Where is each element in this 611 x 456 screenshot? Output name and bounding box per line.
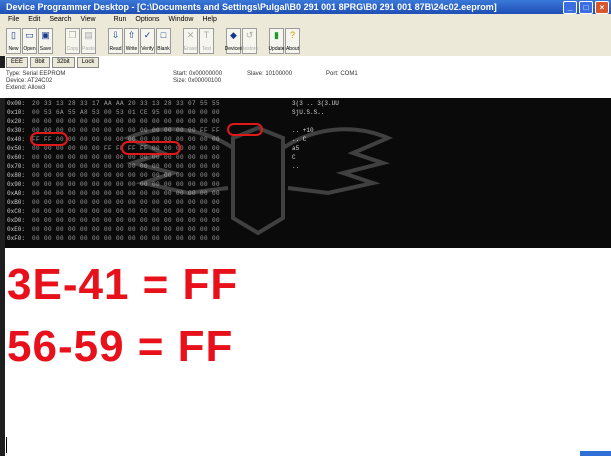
save-icon: ▣ xyxy=(41,29,50,40)
memory-size: Size: 0x00000100 xyxy=(173,78,222,84)
blank-icon: □ xyxy=(160,29,167,40)
toolbar-label: Devices xyxy=(224,45,243,52)
toolbar-label: Restore xyxy=(240,45,259,52)
hex-bytes: 20 33 13 28 33 17 AA AA 20 33 13 28 33 0… xyxy=(32,100,221,107)
slave-address: Slave: 10100000 xyxy=(247,71,293,77)
toolbar-label: Read xyxy=(109,45,122,52)
toolbar-label: Test xyxy=(201,45,212,52)
title-bar[interactable]: Device Programmer Desktop - [C:\Document… xyxy=(0,0,611,14)
open-button[interactable]: ▭ Open xyxy=(22,27,37,54)
write-button[interactable]: ⇧ Write xyxy=(124,27,139,54)
devices-icon: ◆ xyxy=(230,29,237,40)
hex-addr: 0xF0: xyxy=(7,235,26,242)
menu-item-search[interactable]: Search xyxy=(49,14,71,25)
minimize-button[interactable]: _ xyxy=(563,1,577,14)
highlight-oval-3e-3f xyxy=(227,123,263,136)
toolbar-label: Blank xyxy=(157,45,170,52)
write-icon: ⇧ xyxy=(127,29,136,40)
verify-button[interactable]: ✓ Verify xyxy=(140,27,155,54)
highlight-oval-40-41 xyxy=(30,132,68,146)
hex-addr: 0x80: xyxy=(7,172,26,179)
tab-eee[interactable]: EEE xyxy=(6,57,29,68)
update-icon: ▮ xyxy=(274,29,279,40)
toolbar: ▯ New ▭ Open ▣ Save ❐ Copy ▤ Paste ⇩ Read ⇧ Write ✓ Ver… xyxy=(0,25,611,56)
taskbar-fragment xyxy=(580,451,611,456)
menu-item-file[interactable]: File xyxy=(8,14,19,25)
hex-addr: 0x90: xyxy=(7,181,26,188)
toolbar-label: About xyxy=(285,45,300,52)
erase-button[interactable]: ✕ Erase xyxy=(183,27,198,54)
hex-addr: 0x60: xyxy=(7,154,26,161)
read-icon: ⇩ xyxy=(111,29,120,40)
hex-addr: 0x10: xyxy=(7,109,26,116)
new-file-icon: ▯ xyxy=(11,29,16,40)
text-cursor xyxy=(6,437,7,453)
hex-ascii: 3(3 .. 3(3.UU xyxy=(292,100,339,107)
device-name: Device: AT24C02 xyxy=(6,78,53,84)
copy-button[interactable]: ❐ Copy xyxy=(65,27,80,54)
toolbar-label: Open xyxy=(23,45,36,52)
menu-bar: File Edit Search View Run Options Window Help xyxy=(0,14,611,25)
blank-button[interactable]: □ Blank xyxy=(156,27,171,54)
test-button[interactable]: T Test xyxy=(199,27,214,54)
hex-addr: 0xB0: xyxy=(7,199,26,206)
hex-addr: 0xC0: xyxy=(7,208,26,215)
devices-button[interactable]: ◆ Devices xyxy=(224,27,243,54)
hex-addr: 0xA0: xyxy=(7,190,26,197)
menu-item-run[interactable]: Run xyxy=(114,14,127,25)
toolbar-label: Erase xyxy=(183,45,198,52)
annotation-range-2: 56-59 = FF xyxy=(7,322,234,371)
hex-addr: 0x50: xyxy=(7,145,26,152)
toolbar-label: Write xyxy=(125,45,138,52)
toolbar-label: Paste xyxy=(82,45,95,52)
annotation-range-1: 3E-41 = FF xyxy=(7,260,239,309)
menu-item-view[interactable]: View xyxy=(81,14,96,25)
hex-addr: 0x00: xyxy=(7,100,26,107)
toolbar-label: Save xyxy=(39,45,52,52)
menu-item-window[interactable]: Window xyxy=(169,14,194,25)
hex-addr: 0x20: xyxy=(7,118,26,125)
view-tabs: EEE 8bit 32bit Lock xyxy=(6,57,100,68)
close-button[interactable]: × xyxy=(595,1,609,14)
toolbar-label: Copy xyxy=(66,45,79,52)
maximize-button[interactable]: □ xyxy=(579,1,593,14)
window-title: Device Programmer Desktop - [C:\Document… xyxy=(6,2,497,12)
highlight-oval-56-59 xyxy=(121,141,181,155)
toolbar-label: Update xyxy=(268,45,285,52)
port: Port: COM1 xyxy=(326,71,358,77)
hex-addr: 0x40: xyxy=(7,136,26,143)
device-extend: Extend: Allow3 xyxy=(6,85,46,91)
tab-lock[interactable]: Lock xyxy=(76,57,100,68)
hex-addr: 0xD0: xyxy=(7,217,26,224)
start-address: Start: 0x00000000 xyxy=(173,71,223,77)
hex-addr: 0x30: xyxy=(7,127,26,134)
toolbar-label: Verify xyxy=(141,45,154,52)
new-button[interactable]: ▯ New xyxy=(6,27,21,54)
device-type: Type: Serial EEPROM xyxy=(6,71,66,77)
open-folder-icon: ▭ xyxy=(25,29,34,40)
test-icon: T xyxy=(203,29,210,40)
hex-editor[interactable]: 0xF0: 00 00 00 00 00 00 00 00 00 00 00 00… xyxy=(5,98,611,248)
menu-item-help[interactable]: Help xyxy=(202,14,216,25)
hex-addr: 0xE0: xyxy=(7,226,26,233)
restore-button[interactable]: ↺ Restore xyxy=(240,27,259,54)
menu-item-options[interactable]: Options xyxy=(135,14,159,25)
toolbar-label: New xyxy=(8,45,19,52)
update-button[interactable]: ▮ Update xyxy=(268,27,285,54)
about-icon: ? xyxy=(289,29,295,40)
hex-addr: 0x70: xyxy=(7,163,26,170)
tab-32bit[interactable]: 32bit xyxy=(51,57,75,68)
copy-icon: ❐ xyxy=(68,29,77,40)
read-button[interactable]: ⇩ Read xyxy=(108,27,123,54)
tab-8bit[interactable]: 8bit xyxy=(30,57,50,68)
device-info-bar: Type: Serial EEPROM Device: AT24C02 Exte… xyxy=(0,68,611,98)
erase-icon: ✕ xyxy=(186,29,195,40)
paste-icon: ▤ xyxy=(84,29,93,40)
save-button[interactable]: ▣ Save xyxy=(38,27,53,54)
verify-icon: ✓ xyxy=(143,29,152,40)
about-button[interactable]: ? About xyxy=(285,27,300,54)
paste-button[interactable]: ▤ Paste xyxy=(81,27,96,54)
menu-item-edit[interactable]: Edit xyxy=(28,14,40,25)
restore-icon: ↺ xyxy=(245,29,254,40)
